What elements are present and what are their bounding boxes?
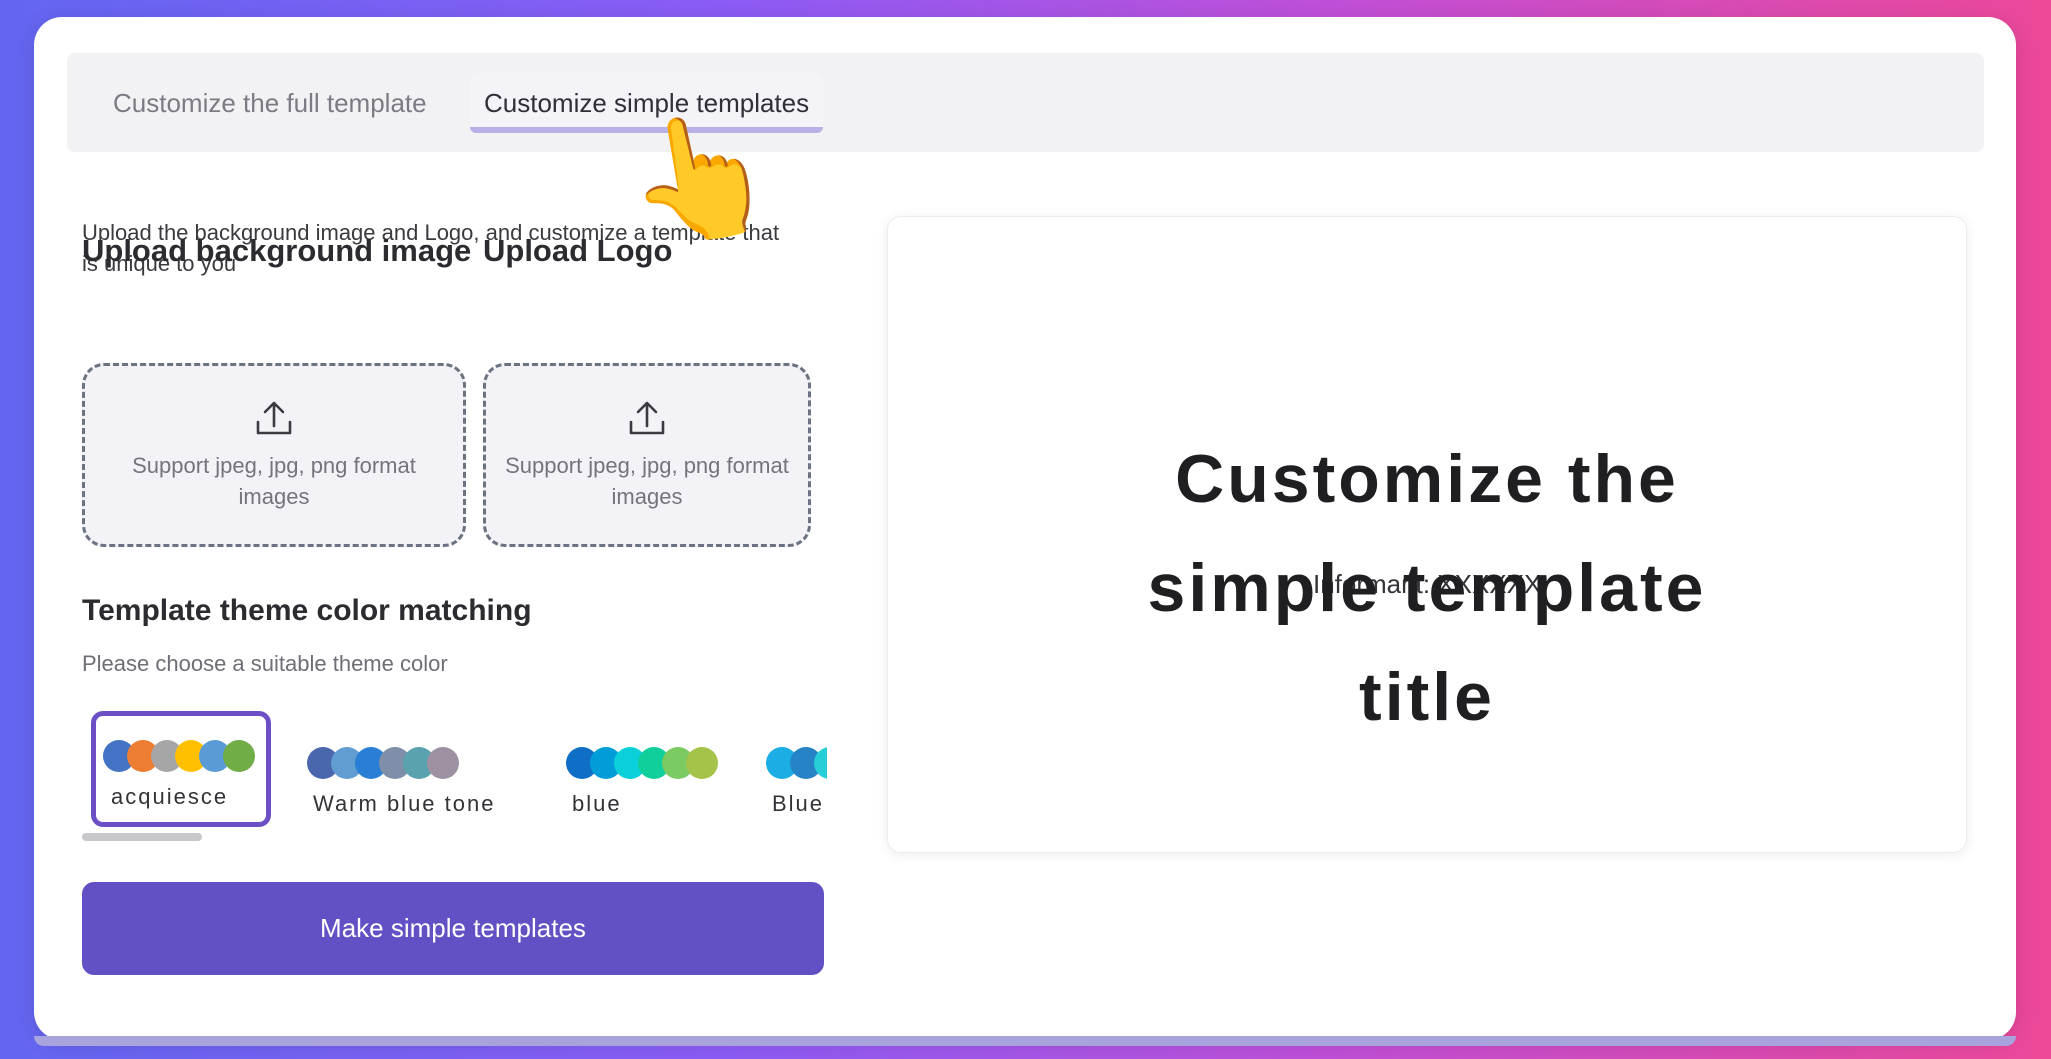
- main-card: Customize the full template Customize si…: [34, 17, 2016, 1040]
- theme-options-strip[interactable]: acquiesce Warm blue tone blue Blue: [82, 703, 827, 848]
- theme-color-heading: Template theme color matching: [82, 594, 532, 627]
- upload-logo-dropzone[interactable]: Support jpeg, jpg, png format images: [483, 363, 811, 547]
- theme-option-blue[interactable]: blue: [566, 723, 726, 833]
- theme-option-label: acquiesce: [111, 784, 229, 809]
- preview-title-line: simple template: [1147, 550, 1707, 626]
- pointing-hand-cursor-icon: 👆: [614, 99, 785, 257]
- upload-logo-support-text: Support jpeg, jpg, png format images: [505, 453, 789, 509]
- theme-color-dot: [686, 747, 718, 779]
- preview-title-line: title: [1359, 659, 1495, 735]
- upload-background-dropzone[interactable]: Support jpeg, jpg, png format images: [82, 363, 466, 547]
- upload-icon: [629, 401, 665, 435]
- theme-color-subtitle: Please choose a suitable theme color: [82, 651, 448, 676]
- theme-option-label: blue: [572, 791, 622, 816]
- theme-strip-scrollbar[interactable]: [82, 833, 202, 841]
- theme-option-label: Blue: [772, 791, 825, 816]
- theme-color-dot: [427, 747, 459, 779]
- preview-title: Customize the simple template title: [888, 425, 1966, 752]
- tab-customize-full-template[interactable]: Customize the full template: [99, 73, 441, 133]
- upload-background-support-text: Support jpeg, jpg, png format images: [132, 453, 416, 509]
- theme-option-warm-blue-tone[interactable]: Warm blue tone: [307, 723, 517, 833]
- preview-title-line: Customize the: [1175, 441, 1679, 517]
- template-preview: Informant: XXXXXX Customize the simple t…: [887, 216, 1967, 853]
- upload-icon: [256, 401, 292, 435]
- theme-color-dot: [223, 740, 255, 772]
- make-simple-templates-button[interactable]: Make simple templates: [82, 882, 824, 975]
- theme-option-acquiesce[interactable]: acquiesce: [91, 711, 271, 827]
- card-bottom-strip: [34, 1036, 2016, 1046]
- theme-option-blue-2[interactable]: Blue: [766, 723, 827, 833]
- theme-option-label: Warm blue tone: [313, 791, 496, 816]
- upload-background-heading: Upload background image: [82, 233, 472, 268]
- tab-bar: Customize the full template Customize si…: [67, 53, 1984, 152]
